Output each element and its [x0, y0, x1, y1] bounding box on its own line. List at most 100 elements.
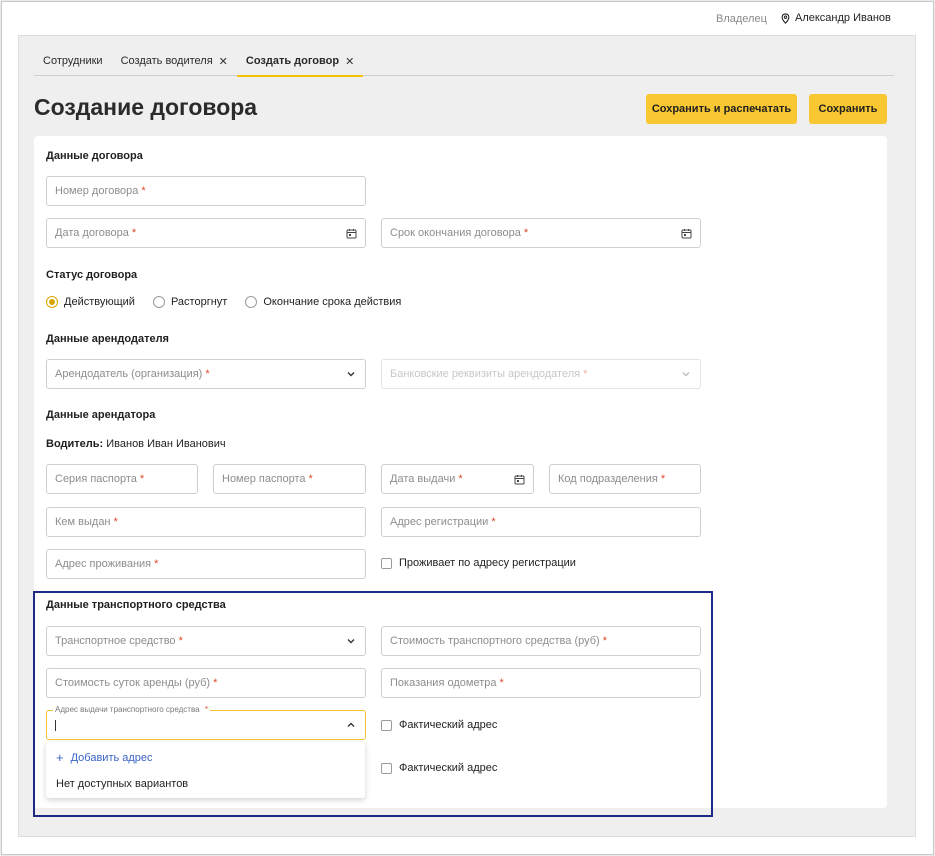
lives-at-registration-checkbox[interactable]: Проживает по адресу регистрации [381, 557, 576, 569]
passport-number-field[interactable]: Номер паспорта * [213, 464, 366, 494]
placeholder: Номер паспорта [222, 473, 306, 485]
required-mark: * [523, 227, 529, 239]
registration-address-field[interactable]: Адрес регистрации * [381, 507, 701, 537]
no-options-message: Нет доступных вариантов [56, 778, 189, 790]
placeholder: Дата договора [55, 227, 129, 239]
close-icon[interactable]: ✕ [219, 55, 228, 68]
tab-label: Сотрудники [43, 55, 103, 67]
vehicle-cost-field[interactable]: Стоимость транспортного средства (руб) * [381, 626, 701, 656]
map-pin-icon [781, 12, 790, 24]
label-text: Адрес выдачи транспортного средства [55, 705, 200, 714]
placeholder: Кем выдан [55, 516, 111, 528]
checkbox-box [381, 557, 392, 569]
contract-date-field[interactable]: Дата договора * [46, 218, 366, 248]
calendar-icon[interactable] [513, 473, 525, 485]
required-mark: * [660, 473, 666, 485]
status-radio-group: Действующий Расторгнут Окончание срока д… [46, 296, 401, 308]
user-name: Александр Иванов [795, 12, 891, 24]
actual-address-checkbox-2[interactable]: Фактический адрес [381, 762, 497, 774]
radio-dot [152, 296, 165, 308]
save-button[interactable]: Сохранить [809, 94, 887, 124]
option-label: Добавить адрес [70, 751, 153, 764]
landlord-org-select[interactable]: Арендодатель (организация) * [46, 359, 366, 389]
tab-label: Создать договор [245, 55, 340, 67]
required-mark: * [139, 473, 145, 485]
driver-info: Водитель: Иванов Иван Иванович [46, 438, 226, 450]
placeholder: Код подразделения [558, 473, 658, 485]
required-mark: * [308, 473, 313, 485]
checkbox-label: Фактический адрес [399, 762, 498, 774]
radio-dot [46, 296, 58, 308]
driver-name: Иванов Иван Иванович [106, 438, 226, 450]
placeholder: Срок окончания договора [390, 227, 521, 239]
chevron-up-icon[interactable] [345, 719, 357, 731]
placeholder: Номер договора [55, 185, 139, 197]
save-and-print-button[interactable]: Сохранить и распечатать [646, 94, 797, 124]
section-vehicle: Данные транспортного средства [46, 599, 226, 611]
passport-series-field[interactable]: Серия паспорта * [46, 464, 198, 494]
address-dropdown-menu: + Добавить адрес Нет доступных вариантов [46, 742, 365, 798]
status-radio-active[interactable]: Действующий [46, 296, 135, 308]
placeholder: Стоимость суток аренды (руб) [55, 677, 211, 689]
checkbox-box [381, 762, 392, 774]
user-role: Владелец [716, 13, 767, 25]
radio-dot [245, 296, 258, 308]
required-mark: * [213, 677, 218, 689]
daily-rent-field[interactable]: Стоимость суток аренды (руб) * [46, 668, 366, 698]
tab-create-contract[interactable]: Создать договор ✕ [236, 46, 364, 77]
page-title: Создание договора [34, 94, 258, 120]
floating-label: Адрес выдачи транспортного средства * [53, 705, 210, 714]
landlord-bank-select: Банковские реквизиты арендодателя * [381, 359, 701, 389]
section-contract-status: Статус договора [46, 269, 138, 281]
required-mark: * [113, 516, 118, 528]
calendar-icon[interactable] [345, 227, 357, 239]
contract-number-field[interactable]: Номер договора * [46, 176, 366, 206]
section-tenant: Данные арендатора [46, 409, 156, 421]
workspace: Сотрудники Создать водителя ✕ Создать до… [18, 35, 916, 837]
radio-label: Окончание срока действия [263, 296, 402, 308]
close-icon[interactable]: ✕ [345, 55, 354, 68]
top-bar: Владелец Александр Иванов [2, 2, 933, 36]
chevron-down-icon[interactable] [345, 368, 357, 380]
section-landlord: Данные арендодателя [46, 333, 169, 345]
radio-label: Действующий [64, 296, 135, 308]
add-address-option[interactable]: + Добавить адрес [56, 750, 153, 765]
actual-address-checkbox[interactable]: Фактический адрес [381, 719, 497, 731]
issue-address-select[interactable]: Адрес выдачи транспортного средства * [46, 705, 366, 740]
placeholder: Серия паспорта [55, 473, 137, 485]
contract-end-date-field[interactable]: Срок окончания договора * [381, 218, 701, 248]
text-caret [55, 719, 56, 731]
vehicle-select[interactable]: Транспортное средство * [46, 626, 366, 656]
section-contract-data: Данные договора [46, 150, 143, 162]
checkbox-box [381, 719, 392, 731]
placeholder: Транспортное средство [55, 635, 176, 647]
calendar-icon[interactable] [680, 227, 692, 239]
required-mark: * [499, 677, 504, 689]
chevron-down-icon[interactable] [345, 635, 357, 647]
required-mark: * [583, 368, 588, 380]
checkbox-label: Проживает по адресу регистрации [399, 557, 576, 569]
driver-label: Водитель: [46, 438, 104, 450]
required-mark: * [178, 635, 183, 647]
status-radio-expired[interactable]: Окончание срока действия [245, 296, 401, 308]
checkbox-label: Фактический адрес [399, 719, 498, 731]
contract-form: Данные договора Номер договора * Дата дог… [34, 136, 887, 808]
placeholder: Стоимость транспортного средства (руб) [390, 635, 600, 647]
status-radio-terminated[interactable]: Расторгнут [152, 296, 227, 308]
placeholder: Банковские реквизиты арендодателя [390, 368, 581, 380]
department-code-field[interactable]: Код подразделения * [549, 464, 701, 494]
tab-employees[interactable]: Сотрудники [34, 46, 112, 76]
placeholder: Дата выдачи [390, 473, 456, 485]
user-menu[interactable]: Александр Иванов [780, 12, 891, 24]
tab-label: Создать водителя [120, 55, 213, 67]
tab-create-driver[interactable]: Создать водителя ✕ [112, 46, 237, 76]
chevron-down-icon [680, 368, 692, 380]
required-mark: * [204, 705, 208, 714]
plus-icon: + [56, 750, 64, 765]
required-mark: * [205, 368, 210, 380]
issued-by-field[interactable]: Кем выдан * [46, 507, 366, 537]
required-mark: * [141, 185, 146, 197]
residence-address-field[interactable]: Адрес проживания * [46, 549, 366, 579]
issue-date-field[interactable]: Дата выдачи * [381, 464, 534, 494]
odometer-field[interactable]: Показания одометра * [381, 668, 701, 698]
